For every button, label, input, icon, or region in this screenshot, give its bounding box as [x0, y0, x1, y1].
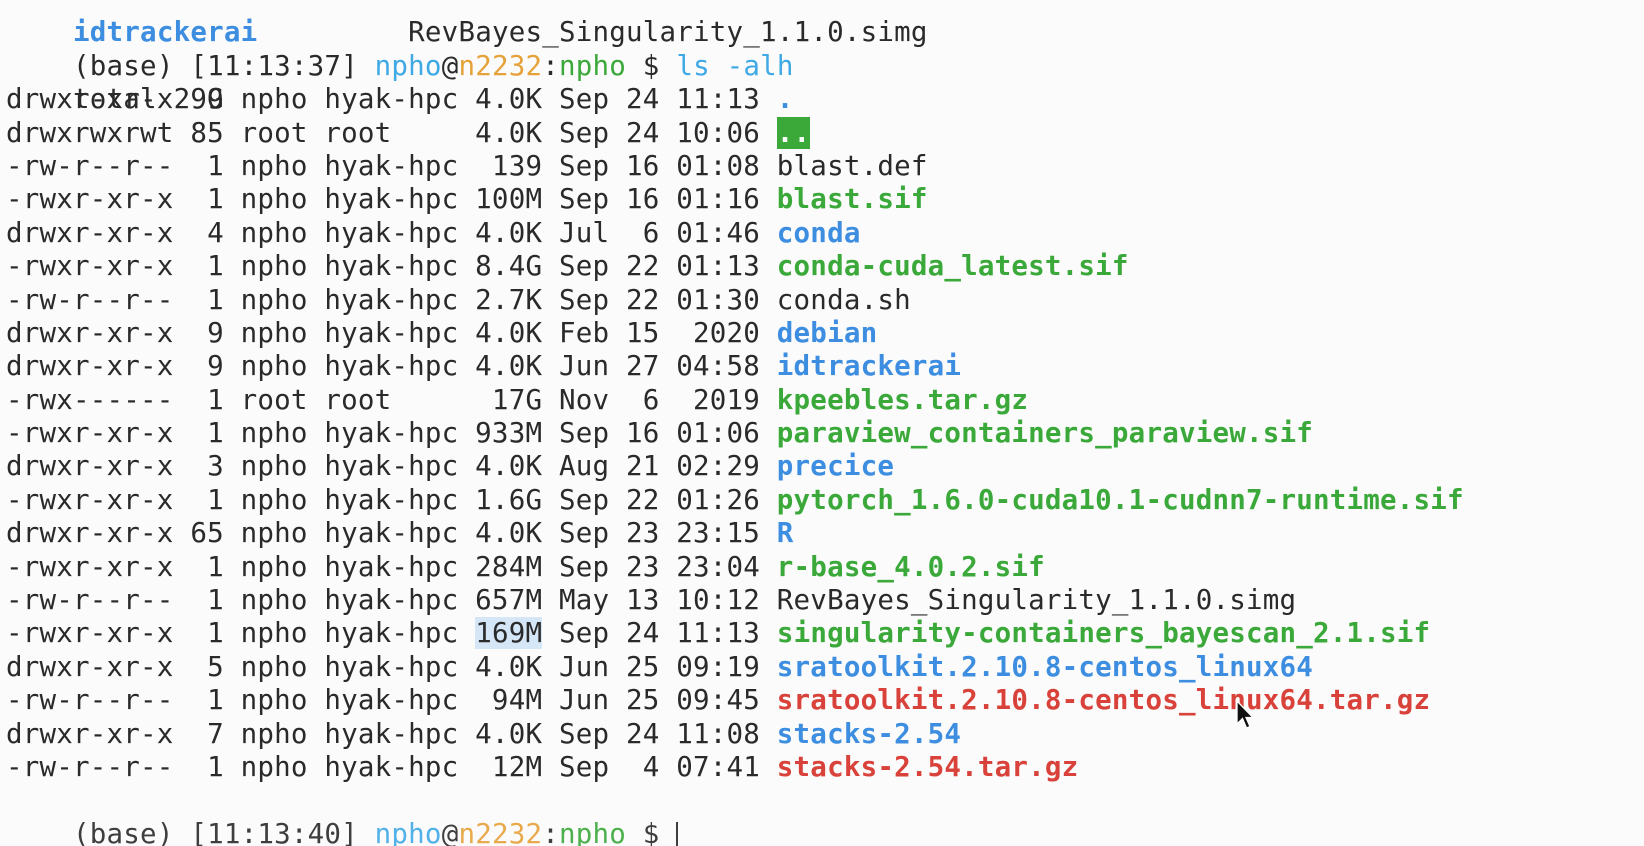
- file-meta: drwxr-xr-x 5 npho hyak-hpc 4.0K Jun 25 0…: [6, 650, 777, 683]
- file-row: -rwxr-xr-x 1 npho hyak-hpc 8.4G Sep 22 0…: [6, 250, 1644, 283]
- file-row: drwxr-xr-x 9 npho hyak-hpc 4.0K Sep 24 1…: [6, 83, 1644, 116]
- conda-env: (base): [73, 49, 191, 82]
- file-row: -rw-r--r-- 1 npho hyak-hpc 94M Jun 25 09…: [6, 684, 1644, 717]
- file-row: -rw-r--r-- 1 npho hyak-hpc 2.7K Sep 22 0…: [6, 284, 1644, 317]
- file-meta: drwxr-xr-x 9 npho hyak-hpc 4.0K Feb 15 2…: [6, 316, 777, 349]
- next-prompt-line[interactable]: (base) [11:13:40] npho@n2232:npho $: [6, 784, 1644, 846]
- file-row: -rw-r--r-- 1 npho hyak-hpc 12M Sep 4 07:…: [6, 751, 1644, 784]
- file-listing: drwxr-xr-x 9 npho hyak-hpc 4.0K Sep 24 1…: [6, 83, 1644, 784]
- file-meta: -rw-r--r-- 1 npho hyak-hpc 2.7K Sep 22 0…: [6, 283, 777, 316]
- file-name: ..: [776, 116, 811, 149]
- file-row: drwxrwxrwt 85 root root 4.0K Sep 24 10:0…: [6, 116, 1644, 150]
- file-meta: -rwxr-xr-x 1 npho hyak-hpc 933M Sep 16 0…: [6, 417, 777, 450]
- file-row: drwxr-xr-x 4 npho hyak-hpc 4.0K Jul 6 01…: [6, 217, 1644, 250]
- file-meta: -rw-r--r-- 1 npho hyak-hpc 139 Sep 16 01…: [6, 149, 777, 182]
- file-row: -rw-r--r-- 1 npho hyak-hpc 657M May 13 1…: [6, 584, 1644, 617]
- file-meta: drwxr-xr-x 4 npho hyak-hpc 4.0K Jul 6 01…: [6, 216, 777, 249]
- file-row: -rwxr-xr-x 1 npho hyak-hpc 169M Sep 24 1…: [6, 617, 1644, 650]
- file-row: -rw-r--r-- 1 npho hyak-hpc 139 Sep 16 01…: [6, 150, 1644, 183]
- file-row: -rwxr-xr-x 1 npho hyak-hpc 1.6G Sep 22 0…: [6, 484, 1644, 517]
- file-row: drwxr-xr-x 9 npho hyak-hpc 4.0K Feb 15 2…: [6, 317, 1644, 350]
- prompt-path: npho: [559, 49, 627, 82]
- selected-size-text[interactable]: 169M: [475, 617, 543, 650]
- file-name: sratoolkit.2.10.8-centos_linux64.tar.gz: [776, 684, 1431, 717]
- file-meta: drwxr-xr-x 9 npho hyak-hpc 4.0K Sep 24 1…: [6, 83, 777, 116]
- file-row: drwxr-xr-x 3 npho hyak-hpc 4.0K Aug 21 0…: [6, 450, 1644, 483]
- file-row: -rwxr-xr-x 1 npho hyak-hpc 284M Sep 23 2…: [6, 551, 1644, 584]
- prompt-host: n2232: [458, 49, 543, 82]
- file-name: precice: [776, 450, 895, 483]
- file-name: stacks-2.54.tar.gz: [776, 750, 1079, 783]
- file-name: R: [776, 517, 794, 550]
- arrow-cursor-icon: [1236, 700, 1254, 729]
- file-name: r-base_4.0.2.sif: [776, 550, 1045, 583]
- file-row: -rwxr-xr-x 1 npho hyak-hpc 100M Sep 16 0…: [6, 183, 1644, 216]
- typed-command: ls -alh: [676, 49, 794, 82]
- previous-output-file: RevBayes_Singularity_1.1.0.simg: [408, 16, 928, 49]
- file-meta: -rwxr-xr-x 1 npho hyak-hpc 8.4G Sep 22 0…: [6, 250, 777, 283]
- file-meta: drwxr-xr-x 9 npho hyak-hpc 4.0K Jun 27 0…: [6, 350, 777, 383]
- previous-output-dir: idtrackerai: [73, 16, 258, 49]
- file-meta-date: Sep 24 11:13: [542, 617, 777, 650]
- file-name: conda: [776, 216, 861, 249]
- file-name: pytorch_1.6.0-cuda10.1-cudnn7-runtime.si…: [776, 483, 1464, 516]
- file-name: idtrackerai: [776, 350, 962, 383]
- file-name: sratoolkit.2.10.8-centos_linux64: [776, 650, 1314, 683]
- file-name: blast.sif: [776, 183, 928, 216]
- file-meta: -rw-r--r-- 1 npho hyak-hpc 12M Sep 4 07:…: [6, 750, 777, 783]
- file-row: drwxr-xr-x 5 npho hyak-hpc 4.0K Jun 25 0…: [6, 651, 1644, 684]
- file-name: blast.def: [776, 149, 928, 182]
- file-name: singularity-containers_bayescan_2.1.sif: [776, 617, 1431, 650]
- file-meta: -rwxr-xr-x 1 npho hyak-hpc 284M Sep 23 2…: [6, 550, 777, 583]
- file-meta: -rwxr-xr-x 1 npho hyak-hpc 100M Sep 16 0…: [6, 183, 777, 216]
- file-meta: drwxr-xr-x 65 npho hyak-hpc 4.0K Sep 23 …: [6, 517, 777, 550]
- prompt-time: [11:13:37]: [190, 49, 375, 82]
- file-row: drwxr-xr-x 9 npho hyak-hpc 4.0K Jun 27 0…: [6, 350, 1644, 383]
- prompt-user: npho: [374, 49, 442, 82]
- file-meta: -rwxr-xr-x 1 npho hyak-hpc: [6, 617, 476, 650]
- file-row: drwxr-xr-x 7 npho hyak-hpc 4.0K Sep 24 1…: [6, 718, 1644, 751]
- file-row: -rwx------ 1 root root 17G Nov 6 2019 kp…: [6, 384, 1644, 417]
- file-row: -rwxr-xr-x 1 npho hyak-hpc 933M Sep 16 0…: [6, 417, 1644, 450]
- file-meta: -rwx------ 1 root root 17G Nov 6 2019: [6, 383, 777, 416]
- text-caret: [676, 821, 679, 846]
- file-name: .: [776, 83, 794, 116]
- file-name: stacks-2.54: [776, 717, 962, 750]
- file-row: drwxr-xr-x 65 npho hyak-hpc 4.0K Sep 23 …: [6, 517, 1644, 550]
- terminal-window[interactable]: idtrackerai RevBayes_Singularity_1.1.0.s…: [0, 0, 1644, 846]
- file-name: kpeebles.tar.gz: [776, 383, 1029, 416]
- file-name: paraview_containers_paraview.sif: [776, 417, 1314, 450]
- file-meta: drwxr-xr-x 3 npho hyak-hpc 4.0K Aug 21 0…: [6, 450, 777, 483]
- file-meta: -rw-r--r-- 1 npho hyak-hpc 657M May 13 1…: [6, 584, 777, 617]
- file-name: RevBayes_Singularity_1.1.0.simg: [776, 584, 1297, 617]
- file-meta: -rw-r--r-- 1 npho hyak-hpc 94M Jun 25 09…: [6, 684, 777, 717]
- previous-output-line: idtrackerai RevBayes_Singularity_1.1.0.s…: [6, 0, 1644, 48]
- file-meta: drwxrwxrwt 85 root root 4.0K Sep 24 10:0…: [6, 116, 777, 149]
- file-meta: -rwxr-xr-x 1 npho hyak-hpc 1.6G Sep 22 0…: [6, 483, 777, 516]
- file-name: debian: [776, 316, 878, 349]
- file-name: conda.sh: [776, 283, 911, 316]
- file-meta: drwxr-xr-x 7 npho hyak-hpc 4.0K Sep 24 1…: [6, 717, 777, 750]
- file-name: conda-cuda_latest.sif: [776, 250, 1129, 283]
